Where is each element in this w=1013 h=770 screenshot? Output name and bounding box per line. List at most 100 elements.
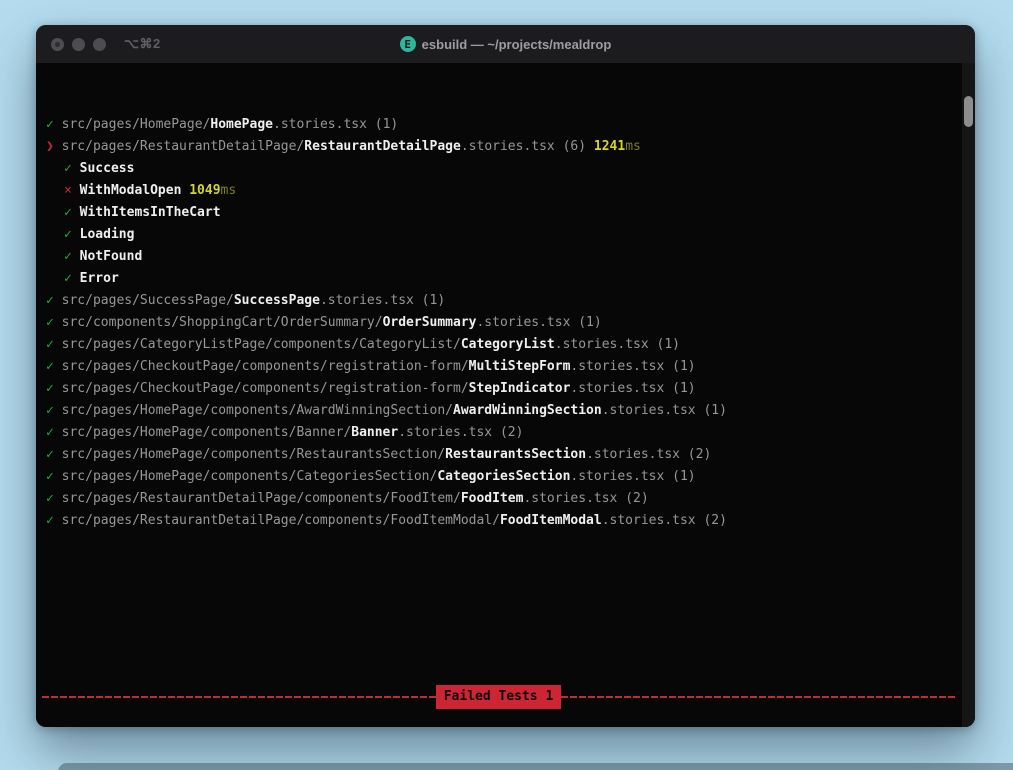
file-meta: .stories.tsx (2) [398,425,523,440]
terminal-content: ✓ src/pages/HomePage/HomePage.stories.ts… [36,63,975,727]
pass-icon: ✓ [46,469,54,484]
test-result-line: ✓ src/pages/HomePage/components/Restaura… [42,444,955,466]
file-dir: src/components/ShoppingCart/OrderSummary… [62,315,383,330]
file-dir: src/pages/CheckoutPage/components/regist… [62,381,469,396]
scrollbar-thumb[interactable] [964,96,973,127]
test-result-line: ✓ WithItemsInTheCart [42,202,955,224]
pass-icon: ✓ [46,117,54,132]
divider-dash-right [561,696,955,698]
pass-icon: ✓ [46,513,54,528]
test-result-line: ✓ src/pages/RestaurantDetailPage/compone… [42,510,955,532]
file-name: CategoryList [461,337,555,352]
story-name: Loading [80,227,135,242]
file-dir: src/pages/HomePage/components/AwardWinni… [62,403,453,418]
test-result-line: ✓ NotFound [42,246,955,268]
test-result-line: ✓ Error [42,268,955,290]
fail-icon: × [64,183,72,198]
test-result-line: ✓ src/pages/HomePage/components/Categori… [42,466,955,488]
story-name: Error [80,271,119,286]
pass-icon: ✓ [46,359,54,374]
pass-icon: ✓ [46,491,54,506]
file-meta: .stories.tsx (2) [586,447,711,462]
file-meta: .stories.tsx (1) [570,469,695,484]
file-name: SuccessPage [234,293,320,308]
file-name: MultiStepForm [469,359,571,374]
test-result-line: ✓ src/pages/SuccessPage/SuccessPage.stor… [42,290,955,312]
pass-icon: ✓ [46,337,54,352]
file-meta: .stories.tsx (1) [570,359,695,374]
test-result-line: ✓ src/components/ShoppingCart/OrderSumma… [42,312,955,334]
file-dir: src/pages/HomePage/components/Categories… [62,469,438,484]
file-name: OrderSummary [383,315,477,330]
file-dir: src/pages/RestaurantDetailPage/component… [62,491,461,506]
file-name: RestaurantDetailPage [304,139,461,154]
test-result-line: ✓ src/pages/CategoryListPage/components/… [42,334,955,356]
duration-unit: ms [625,139,641,154]
file-name: HomePage [210,117,273,132]
duration-value: 1049 [189,183,220,198]
file-meta: .stories.tsx (6) [461,139,586,154]
story-name: WithItemsInTheCart [80,205,221,220]
file-dir: src/pages/SuccessPage/ [62,293,234,308]
zoom-button[interactable] [93,38,106,51]
pass-icon: ✓ [64,249,72,264]
duration-unit: ms [221,183,237,198]
file-dir: src/pages/CategoryListPage/components/Ca… [62,337,461,352]
pass-icon: ✓ [64,227,72,242]
file-name: StepIndicator [469,381,571,396]
pass-icon: ✓ [46,293,54,308]
pass-icon: ✓ [64,205,72,220]
traffic-lights [51,38,106,51]
failed-tests-divider: Failed Tests 1 [42,686,955,708]
test-result-line: ✓ src/pages/RestaurantDetailPage/compone… [42,488,955,510]
test-result-line: ✓ Loading [42,224,955,246]
file-name: AwardWinningSection [453,403,602,418]
minimize-button[interactable] [72,38,85,51]
file-dir: src/pages/HomePage/ [62,117,211,132]
file-name: Banner [351,425,398,440]
file-name: CategoriesSection [437,469,570,484]
pass-icon: ✓ [46,381,54,396]
pass-icon: ✓ [46,425,54,440]
pass-icon: ✓ [64,271,72,286]
file-meta: .stories.tsx (1) [570,381,695,396]
terminal-window: ⌥⌘2 E esbuild — ~/projects/mealdrop ✓ sr… [36,25,975,727]
test-result-line: ✓ src/pages/CheckoutPage/components/regi… [42,356,955,378]
file-meta: .stories.tsx (1) [555,337,680,352]
file-meta: .stories.tsx (1) [476,315,601,330]
file-meta: .stories.tsx (1) [273,117,398,132]
test-result-line: ✓ Success [42,158,955,180]
pass-icon: ✓ [64,161,72,176]
story-name: WithModalOpen [80,183,182,198]
test-result-line: ✓ src/pages/HomePage/HomePage.stories.ts… [42,114,955,136]
pass-icon: ✓ [46,315,54,330]
test-result-line: × WithModalOpen 1049ms [42,180,955,202]
close-button[interactable] [51,38,64,51]
pass-icon: ✓ [46,447,54,462]
file-dir: src/pages/RestaurantDetailPage/ [62,139,305,154]
esbuild-icon: E [400,36,416,52]
pointer-icon: ❯ [46,139,54,154]
file-meta: .stories.tsx (2) [602,513,727,528]
file-dir: src/pages/RestaurantDetailPage/component… [62,513,500,528]
file-dir: src/pages/CheckoutPage/components/regist… [62,359,469,374]
test-result-line: ✓ src/pages/CheckoutPage/components/regi… [42,378,955,400]
story-name: Success [80,161,135,176]
titlebar[interactable]: ⌥⌘2 E esbuild — ~/projects/mealdrop [36,25,975,63]
pass-icon: ✓ [46,403,54,418]
scrollbar [962,63,975,727]
background-window-strip [58,763,1013,770]
tab-shortcut-label: ⌥⌘2 [124,36,161,52]
story-name: NotFound [80,249,143,264]
failed-tests-badge: Failed Tests 1 [436,685,562,709]
test-result-line: ✓ src/pages/HomePage/components/Banner/B… [42,422,955,444]
test-result-line: ❯ src/pages/RestaurantDetailPage/Restaur… [42,136,955,158]
file-meta: .stories.tsx (1) [602,403,727,418]
test-results: ✓ src/pages/HomePage/HomePage.stories.ts… [42,114,955,532]
file-dir: src/pages/HomePage/components/Restaurant… [62,447,446,462]
duration-value: 1241 [594,139,625,154]
file-meta: .stories.tsx (2) [523,491,648,506]
test-result-line: ✓ src/pages/HomePage/components/AwardWin… [42,400,955,422]
file-name: FoodItemModal [500,513,602,528]
file-name: RestaurantsSection [445,447,586,462]
